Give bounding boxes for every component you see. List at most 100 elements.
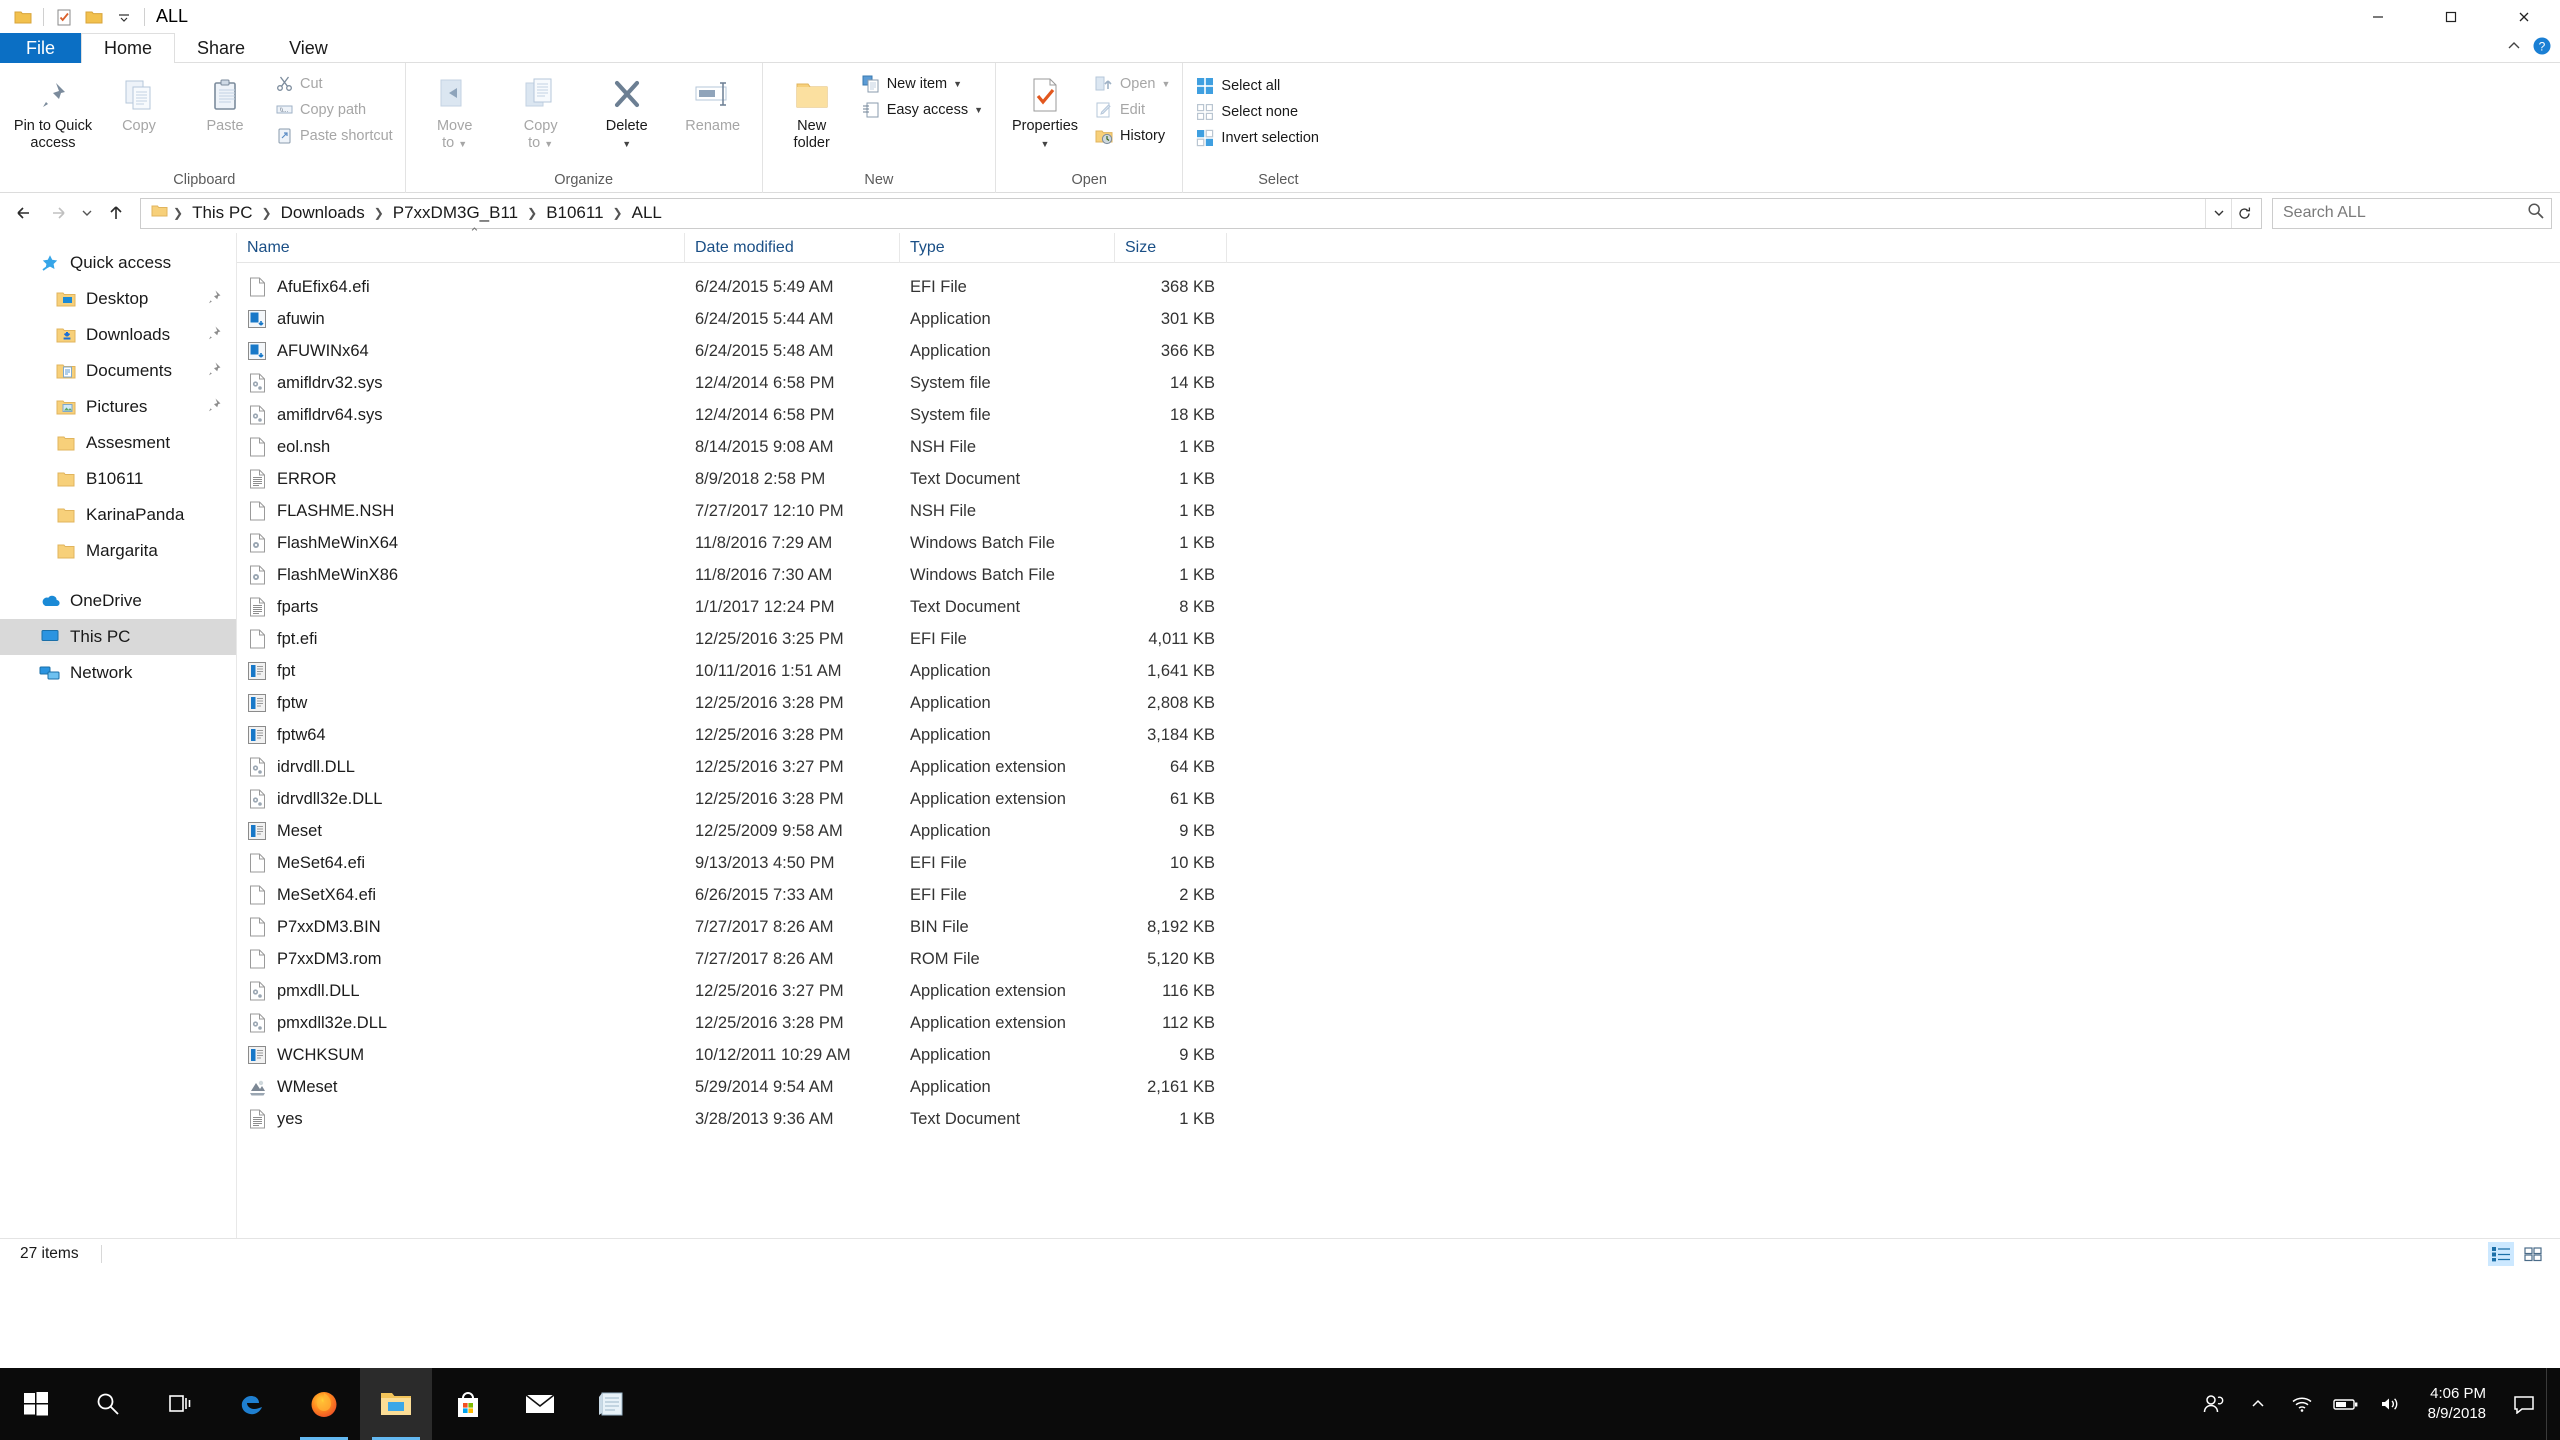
table-row[interactable]: fpt.efi 12/25/2016 3:25 PM EFI File 4,011 K… (237, 623, 2560, 655)
file-name-cell[interactable]: P7xxDM3.BIN (237, 911, 685, 943)
cut-button[interactable]: Cut (268, 71, 399, 96)
forward-button[interactable] (42, 197, 74, 229)
pin-icon[interactable] (206, 289, 222, 310)
show-desktop-button[interactable] (2546, 1368, 2556, 1440)
tab-file[interactable]: File (0, 33, 82, 63)
pin-icon[interactable] (206, 397, 222, 418)
breadcrumb-item-all[interactable]: ALL (626, 200, 668, 227)
recent-locations-button[interactable] (76, 197, 98, 229)
up-button[interactable] (100, 197, 132, 229)
taskbar-app-microsoft-edge[interactable] (216, 1368, 288, 1440)
sidebar-item-margarita[interactable]: Margarita (0, 533, 236, 569)
pin-to-quick-access-button[interactable]: Pin to Quick access (10, 69, 96, 151)
file-name-cell[interactable]: AFUWINx64 (237, 335, 685, 367)
sidebar-item-pictures[interactable]: Pictures (0, 389, 236, 425)
refresh-icon[interactable] (2231, 198, 2257, 228)
file-name-cell[interactable]: WCHKSUM (237, 1039, 685, 1071)
new-folder-button[interactable]: New folder (769, 69, 855, 151)
table-row[interactable]: fpt 10/11/2016 1:51 AM Application 1,641 KB (237, 655, 2560, 687)
search-input[interactable] (2283, 204, 2527, 222)
navigation-pane[interactable]: Quick access Desktop Downloads Documents… (0, 233, 237, 1238)
table-row[interactable]: AfuEfix64.efi 6/24/2015 5:49 AM EFI File 36… (237, 271, 2560, 303)
table-row[interactable]: Meset 12/25/2009 9:58 AM Application 9 KB (237, 815, 2560, 847)
file-name-cell[interactable]: idrvdll.DLL (237, 751, 685, 783)
table-row[interactable]: idrvdll32e.DLL 12/25/2016 3:28 PM Applicat… (237, 783, 2560, 815)
delete-button[interactable]: Delete ▼ (584, 69, 670, 152)
battery-icon[interactable] (2324, 1368, 2368, 1440)
file-name-cell[interactable]: WMeset (237, 1071, 685, 1103)
qat-customize-dropdown[interactable] (109, 2, 139, 32)
file-name-cell[interactable]: afuwin (237, 303, 685, 335)
file-name-cell[interactable]: FlashMeWinX64 (237, 527, 685, 559)
breadcrumb-item-p7xxdm3g-b11[interactable]: P7xxDM3G_B11 (387, 200, 524, 227)
file-name-cell[interactable]: eol.nsh (237, 431, 685, 463)
breadcrumb-chevron-3[interactable]: ❯ (524, 206, 540, 220)
properties-button[interactable]: Properties ▼ (1002, 69, 1088, 152)
taskbar-app-file-explorer[interactable] (360, 1368, 432, 1440)
volume-icon[interactable] (2368, 1368, 2412, 1440)
taskbar-clock[interactable]: 4:06 PM 8/9/2018 (2412, 1368, 2502, 1440)
breadcrumb-chevron-0[interactable]: ❯ (170, 206, 186, 220)
back-button[interactable] (8, 197, 40, 229)
sidebar-item-this-pc[interactable]: This PC (0, 619, 236, 655)
table-row[interactable]: fptw64 12/25/2016 3:28 PM Application 3,184… (237, 719, 2560, 751)
copy-path-button[interactable]: \\... Copy path (268, 97, 399, 122)
table-row[interactable]: WCHKSUM 10/12/2011 10:29 AM Application 9 K… (237, 1039, 2560, 1071)
open-button[interactable]: Open ▼ (1088, 71, 1176, 96)
copy-button[interactable]: Copy (96, 69, 182, 134)
rename-button[interactable]: Rename (670, 69, 756, 134)
table-row[interactable]: idrvdll.DLL 12/25/2016 3:27 PM Application… (237, 751, 2560, 783)
table-row[interactable]: P7xxDM3.BIN 7/27/2017 8:26 AM BIN File 8,19… (237, 911, 2560, 943)
file-name-cell[interactable]: MeSetX64.efi (237, 879, 685, 911)
taskbar-app-notepad[interactable] (576, 1368, 648, 1440)
breadcrumb-item-b10611[interactable]: B10611 (540, 200, 609, 227)
large-icons-view-icon[interactable] (2520, 1242, 2546, 1266)
file-name-cell[interactable]: pmxdll.DLL (237, 975, 685, 1007)
tab-view[interactable]: View (267, 33, 350, 63)
file-name-cell[interactable]: fparts (237, 591, 685, 623)
address-dropdown-icon[interactable] (2205, 198, 2231, 228)
taskbar-app-mail[interactable] (504, 1368, 576, 1440)
tab-share[interactable]: Share (175, 33, 267, 63)
minimize-button[interactable] (2341, 0, 2414, 33)
collapse-ribbon-icon[interactable] (2506, 38, 2522, 59)
file-name-cell[interactable]: fptw (237, 687, 685, 719)
qat-folder-properties-icon[interactable] (8, 2, 38, 32)
breadcrumb-chevron-2[interactable]: ❯ (371, 206, 387, 220)
file-name-cell[interactable]: ERROR (237, 463, 685, 495)
file-name-cell[interactable]: FLASHME.NSH (237, 495, 685, 527)
new-item-button[interactable]: New item ▼ (855, 71, 989, 96)
file-name-cell[interactable]: Meset (237, 815, 685, 847)
paste-button[interactable]: Paste (182, 69, 268, 134)
breadcrumb-chevron-1[interactable]: ❯ (259, 206, 275, 220)
table-row[interactable]: pmxdll32e.DLL 12/25/2016 3:28 PM Applicati… (237, 1007, 2560, 1039)
file-name-cell[interactable]: yes (237, 1103, 685, 1135)
help-icon[interactable]: ? (2532, 36, 2552, 61)
table-row[interactable]: FlashMeWinX64 11/8/2016 7:29 AM Windows Ba… (237, 527, 2560, 559)
file-name-cell[interactable]: idrvdll32e.DLL (237, 783, 685, 815)
table-row[interactable]: FlashMeWinX86 11/8/2016 7:30 AM Windows Ba… (237, 559, 2560, 591)
file-name-cell[interactable]: AfuEfix64.efi (237, 271, 685, 303)
file-name-cell[interactable]: P7xxDM3.rom (237, 943, 685, 975)
pin-icon[interactable] (206, 361, 222, 382)
table-row[interactable]: yes 3/28/2013 9:36 AM Text Document 1 KB (237, 1103, 2560, 1135)
file-name-cell[interactable]: MeSet64.efi (237, 847, 685, 879)
search-icon[interactable] (2527, 202, 2545, 225)
taskbar-search-icon[interactable] (72, 1368, 144, 1440)
table-row[interactable]: WMeset 5/29/2014 9:54 AM Application 2,161 … (237, 1071, 2560, 1103)
file-name-cell[interactable]: fptw64 (237, 719, 685, 751)
search-box[interactable] (2272, 197, 2552, 229)
sidebar-item-desktop[interactable]: Desktop (0, 281, 236, 317)
sidebar-item-downloads[interactable]: Downloads (0, 317, 236, 353)
open-caret[interactable]: ▼ (1162, 79, 1171, 89)
table-row[interactable]: AFUWINx64 6/24/2015 5:48 AM Application 366… (237, 335, 2560, 367)
maximize-button[interactable] (2414, 0, 2487, 33)
start-button[interactable] (0, 1368, 72, 1440)
taskbar-app-microsoft-store[interactable] (432, 1368, 504, 1440)
table-row[interactable]: amifldrv64.sys 12/4/2014 6:58 PM System fi… (237, 399, 2560, 431)
copy-to-button[interactable]: Copy to ▼ (498, 69, 584, 152)
breadcrumb-chevron-4[interactable]: ❯ (610, 206, 626, 220)
action-center-icon[interactable] (2502, 1368, 2546, 1440)
sidebar-item-documents[interactable]: Documents (0, 353, 236, 389)
show-hidden-icons-chevron[interactable] (2236, 1368, 2280, 1440)
